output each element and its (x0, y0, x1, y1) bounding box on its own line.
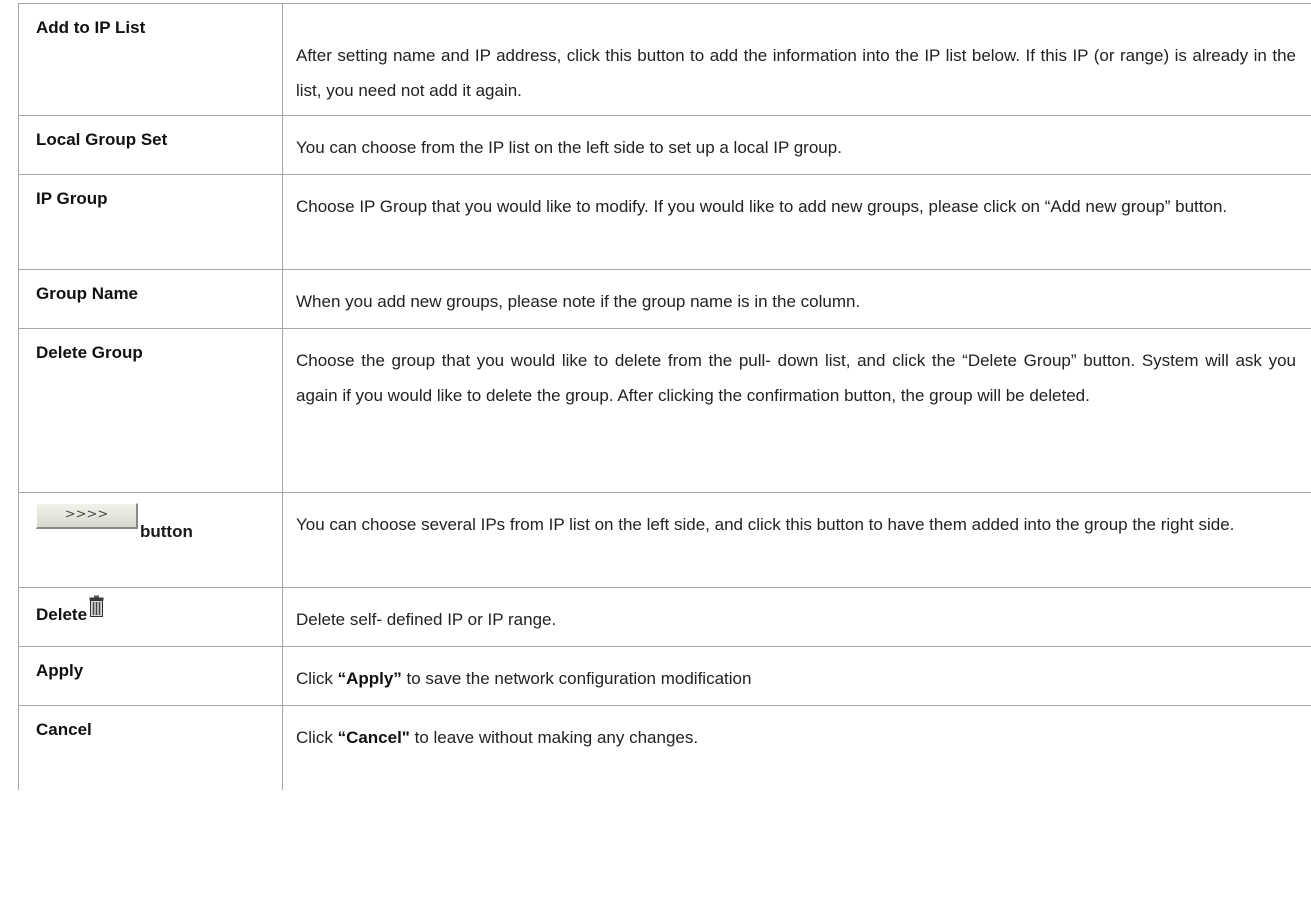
term-label: Delete Group (36, 343, 143, 362)
description-cell: Choose IP Group that you would like to m… (282, 174, 1311, 270)
term-label: button (140, 522, 193, 541)
table-row: Delete Group Choose the group that you w… (18, 328, 1311, 493)
table-row: Delete Delete self- defined IP or IP ran… (18, 587, 1311, 647)
description-cell: Click “Apply” to save the network config… (282, 646, 1311, 706)
description-prefix: Click (296, 728, 338, 747)
term-cell: Group Name (18, 269, 283, 329)
parameter-table: Add to IP List After setting name and IP… (18, 3, 1311, 790)
description-emphasis: “Cancel" (337, 728, 410, 747)
term-cell: Add to IP List (18, 3, 283, 116)
term-label: Local Group Set (36, 130, 168, 149)
description-cell: Delete self- defined IP or IP range. (282, 587, 1311, 647)
description-text: Click “Cancel" to leave without making a… (283, 706, 1311, 755)
description-text: Choose the group that you would like to … (296, 351, 1296, 405)
description-text: Choose IP Group that you would like to m… (296, 197, 1228, 216)
table-row: Group Name When you add new groups, plea… (18, 269, 1311, 329)
term-label: Delete (36, 605, 88, 624)
description-text: Delete self- defined IP or IP range. (296, 610, 557, 629)
description-cell: Choose the group that you would like to … (282, 328, 1311, 493)
description-cell: Click “Cancel" to leave without making a… (282, 705, 1311, 790)
term-with-icon: Delete (19, 588, 282, 626)
table-row: IP Group Choose IP Group that you would … (18, 174, 1311, 270)
term-button-label: >>>> button (19, 493, 282, 555)
forward-arrows-button-image: >>>> (36, 503, 138, 529)
table-row: Add to IP List After setting name and IP… (18, 3, 1311, 116)
description-suffix: to save the network configuration modifi… (401, 669, 752, 688)
description-text: When you add new groups, please note if … (296, 292, 861, 311)
description-cell: You can choose several IPs from IP list … (282, 492, 1311, 588)
term-cell: Delete Group (18, 328, 283, 493)
description-cell: When you add new groups, please note if … (282, 269, 1311, 329)
term-label: Group Name (36, 284, 139, 303)
description-emphasis: “Apply” (337, 669, 402, 688)
term-cell: Cancel (18, 705, 283, 790)
trash-icon (89, 595, 104, 617)
term-cell: >>>> button (18, 492, 283, 588)
description-suffix: to leave without making any changes. (409, 728, 699, 747)
description-text: You can choose from the IP list on the l… (296, 138, 842, 157)
term-cell: Apply (18, 646, 283, 706)
term-label: Add to IP List (36, 18, 146, 37)
description-text: Click “Apply” to save the network config… (283, 647, 1311, 696)
term-label: IP Group (36, 189, 108, 208)
table-row: Local Group Set You can choose from the … (18, 115, 1311, 175)
description-cell: After setting name and IP address, click… (282, 3, 1311, 116)
term-cell: Local Group Set (18, 115, 283, 175)
table-row: Cancel Click “Cancel" to leave without m… (18, 705, 1311, 790)
term-label: Cancel (36, 720, 92, 739)
description-text: After setting name and IP address, click… (296, 46, 1296, 100)
table-row: >>>> button You can choose several IPs f… (18, 492, 1311, 588)
description-prefix: Click (296, 669, 338, 688)
description-text: You can choose several IPs from IP list … (296, 515, 1235, 534)
term-cell: Delete (18, 587, 283, 647)
table-row: Apply Click “Apply” to save the network … (18, 646, 1311, 706)
term-cell: IP Group (18, 174, 283, 270)
term-label: Apply (36, 661, 84, 680)
description-cell: You can choose from the IP list on the l… (282, 115, 1311, 175)
